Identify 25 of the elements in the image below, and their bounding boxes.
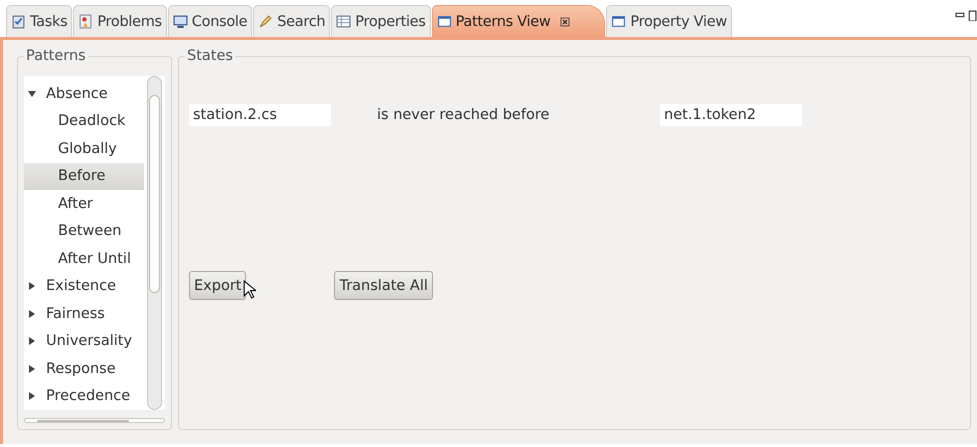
view-tab[interactable]: Tasks xyxy=(6,5,72,37)
view-tab[interactable]: Patterns View xyxy=(432,5,606,37)
tree-item[interactable]: Between xyxy=(24,223,122,240)
tree-item[interactable]: After Until xyxy=(24,250,131,267)
view-tab[interactable]: Console xyxy=(168,5,252,37)
tree-item[interactable]: Globally xyxy=(24,140,117,157)
tree-item[interactable]: Absence xyxy=(46,86,108,102)
view-tab[interactable]: Problems xyxy=(73,5,167,37)
input-field[interactable]: station.2.cs xyxy=(189,104,331,126)
view-tab[interactable]: Search xyxy=(253,5,330,37)
view-tab[interactable]: Properties xyxy=(331,5,431,37)
tree-item[interactable]: Universality xyxy=(46,333,132,350)
action-button[interactable]: Export xyxy=(189,271,246,300)
condition-text: is never reached before xyxy=(377,107,550,123)
view-tab[interactable]: Property View xyxy=(606,5,732,37)
tree-item[interactable]: Deadlock xyxy=(24,113,126,130)
tree-item[interactable]: After xyxy=(24,196,93,212)
tree-item[interactable]: Fairness xyxy=(46,306,105,322)
input-field[interactable]: net.1.token2 xyxy=(660,104,802,126)
tree-item[interactable]: Precedence xyxy=(46,388,130,404)
action-button[interactable]: Translate All xyxy=(334,271,433,300)
tree-item[interactable]: Response xyxy=(46,360,116,377)
tree-item[interactable]: Existence xyxy=(46,278,116,294)
group-title: States xyxy=(186,48,234,64)
group-title: Patterns xyxy=(25,48,87,64)
